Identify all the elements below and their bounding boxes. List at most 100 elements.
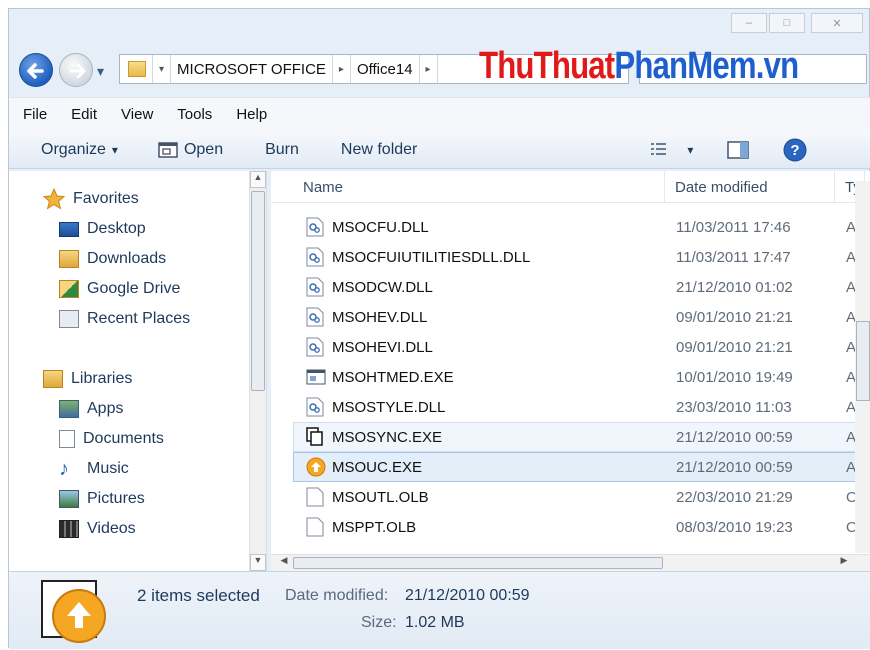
back-arrow-icon xyxy=(27,63,44,79)
libraries-icon xyxy=(43,370,63,388)
open-label: Open xyxy=(183,140,224,158)
table-row[interactable]: MSOHEV.DLL09/01/2010 21:21Ap xyxy=(293,302,865,332)
file-name: MSPPT.OLB xyxy=(332,518,417,536)
nav-google-drive[interactable]: Google Drive xyxy=(59,275,180,303)
svg-text:?: ? xyxy=(791,142,800,159)
table-row[interactable]: MSOUC.EXE21/12/2010 00:59Ap xyxy=(293,452,865,482)
history-dropdown-icon[interactable]: ▾ xyxy=(97,63,104,80)
file-date-modified: 21/12/2010 00:59 xyxy=(676,458,793,476)
burn-button[interactable]: Burn xyxy=(255,141,309,159)
nav-documents[interactable]: Documents xyxy=(59,425,164,453)
scroll-left-arrow[interactable]: ◀ xyxy=(277,555,291,571)
column-date-modified[interactable]: Date modified xyxy=(665,171,835,203)
details-pane: 2 items selected Date modified: 21/12/20… xyxy=(9,571,870,649)
file-date-modified: 08/03/2010 19:23 xyxy=(676,518,793,536)
videos-label: Videos xyxy=(87,520,136,537)
file-name: MSOCFU.DLL xyxy=(332,218,429,236)
scroll-thumb[interactable] xyxy=(251,191,265,391)
maximize-button[interactable]: □ xyxy=(769,13,805,33)
breadcrumb-arrow[interactable]: ▸ xyxy=(331,55,351,83)
minimize-button[interactable]: – xyxy=(731,13,767,33)
scroll-up-arrow[interactable]: ▲ xyxy=(250,171,266,188)
file-list-scrollbar[interactable] xyxy=(855,181,870,553)
scroll-right-arrow[interactable]: ▶ xyxy=(837,555,851,571)
help-button[interactable]: ? xyxy=(773,138,817,162)
table-row[interactable]: MSPPT.OLB 08/03/2010 19:23 Ol xyxy=(293,512,865,542)
view-arrow-icon: ▾ xyxy=(687,142,694,157)
menu-file[interactable]: File xyxy=(9,106,59,123)
star-icon xyxy=(43,188,65,210)
breadcrumb-microsoft-office[interactable]: MICROSOFT OFFICE xyxy=(171,61,332,78)
new-folder-button[interactable]: New folder xyxy=(331,141,427,159)
recent-places-label: Recent Places xyxy=(87,310,191,327)
table-row[interactable]: MSOUTL.OLB 22/03/2010 21:29 Ol xyxy=(293,482,865,512)
back-button[interactable] xyxy=(19,53,53,87)
preview-pane-button[interactable] xyxy=(717,140,759,159)
table-row[interactable]: MSOHTMED.EXE10/01/2010 19:49Ap xyxy=(293,362,865,392)
folder-icon xyxy=(128,61,146,77)
favorites-label: Favorites xyxy=(73,190,139,207)
breadcrumb-arrow-2[interactable]: ▸ xyxy=(418,55,438,83)
organize-button[interactable]: Organize ▾ xyxy=(31,141,128,159)
google-drive-icon xyxy=(59,280,79,298)
file-name: MSOCFUIUTILITIESDLL.DLL xyxy=(332,248,531,266)
scroll-thumb[interactable] xyxy=(856,321,870,401)
column-name[interactable]: Name xyxy=(293,171,665,203)
close-button[interactable]: ✕ xyxy=(811,13,863,33)
change-view-button[interactable]: ▾ xyxy=(641,142,703,158)
table-row[interactable]: MSOSYNC.EXE21/12/2010 00:59Ap xyxy=(293,422,865,452)
dll-icon xyxy=(306,307,324,327)
table-row[interactable]: MSOSTYLE.DLL23/03/2010 11:03Ap xyxy=(293,392,865,422)
horizontal-scrollbar[interactable]: ◀ ▶ xyxy=(271,554,870,571)
selection-count: 2 items selected xyxy=(137,586,260,605)
dll-icon xyxy=(306,217,324,237)
nav-apps[interactable]: Apps xyxy=(59,395,123,423)
nav-libraries[interactable]: Libraries xyxy=(43,365,132,393)
downloads-label: Downloads xyxy=(87,250,167,267)
nav-favorites[interactable]: Favorites xyxy=(43,185,139,213)
organize-label: Organize xyxy=(41,140,106,158)
table-row[interactable]: MSODCW.DLL21/12/2010 01:02Ap xyxy=(293,272,865,302)
dll-icon xyxy=(306,247,324,267)
forward-arrow-icon xyxy=(69,63,86,79)
navigation-scrollbar[interactable]: ▲ ▼ xyxy=(249,171,266,571)
menu-view[interactable]: View xyxy=(109,106,165,123)
nav-pictures[interactable]: Pictures xyxy=(59,485,145,513)
nav-music[interactable]: ♪ Music xyxy=(59,455,129,483)
upload-center-icon xyxy=(52,589,106,643)
scroll-thumb[interactable] xyxy=(293,557,663,569)
nav-desktop[interactable]: Desktop xyxy=(59,215,146,243)
nav-videos[interactable]: Videos xyxy=(59,515,136,543)
size-label: Size: xyxy=(361,614,397,631)
menu-edit[interactable]: Edit xyxy=(59,106,109,123)
forward-button[interactable] xyxy=(59,53,93,87)
open-button[interactable]: Open xyxy=(148,141,233,159)
file-date-modified: 22/03/2010 21:29 xyxy=(676,488,793,506)
upload-center-icon xyxy=(306,457,326,477)
breadcrumb-office14[interactable]: Office14 xyxy=(351,61,419,78)
column-header: Name Date modified Ty xyxy=(271,171,870,203)
nav-downloads[interactable]: Downloads xyxy=(59,245,166,273)
dll-icon xyxy=(306,397,324,417)
watermark-part1: ThuThuat xyxy=(479,45,615,87)
menu-help[interactable]: Help xyxy=(224,106,279,123)
date-modified-label: Date modified: xyxy=(285,587,389,604)
table-row[interactable]: MSOCFU.DLL11/03/2011 17:46Ap xyxy=(293,212,865,242)
file-date-modified: 09/01/2010 21:21 xyxy=(676,308,793,326)
preview-pane-icon xyxy=(727,140,750,159)
google-drive-label: Google Drive xyxy=(87,280,181,297)
menu-tools[interactable]: Tools xyxy=(165,106,224,123)
file-date-modified: 21/12/2010 01:02 xyxy=(676,278,793,296)
table-row[interactable]: MSOHEVI.DLL09/01/2010 21:21Ap xyxy=(293,332,865,362)
file-date-modified: 21/12/2010 00:59 xyxy=(676,428,793,446)
breadcrumb-dropdown[interactable]: ▾ xyxy=(152,55,172,83)
explorer-window: – □ ✕ ▾ ▾ MICROSOFT OFFICE ▸ Office14 ▸ … xyxy=(8,8,870,649)
file-name: MSOSYNC.EXE xyxy=(332,428,443,446)
nav-recent-places[interactable]: Recent Places xyxy=(59,305,190,333)
exe-icon xyxy=(306,369,326,385)
apps-label: Apps xyxy=(87,400,124,417)
table-row[interactable]: MSOCFUIUTILITIESDLL.DLL11/03/2011 17:47A… xyxy=(293,242,865,272)
scroll-down-arrow[interactable]: ▼ xyxy=(250,554,266,571)
music-icon: ♪ xyxy=(59,457,69,480)
organize-arrow-icon: ▾ xyxy=(111,142,118,157)
